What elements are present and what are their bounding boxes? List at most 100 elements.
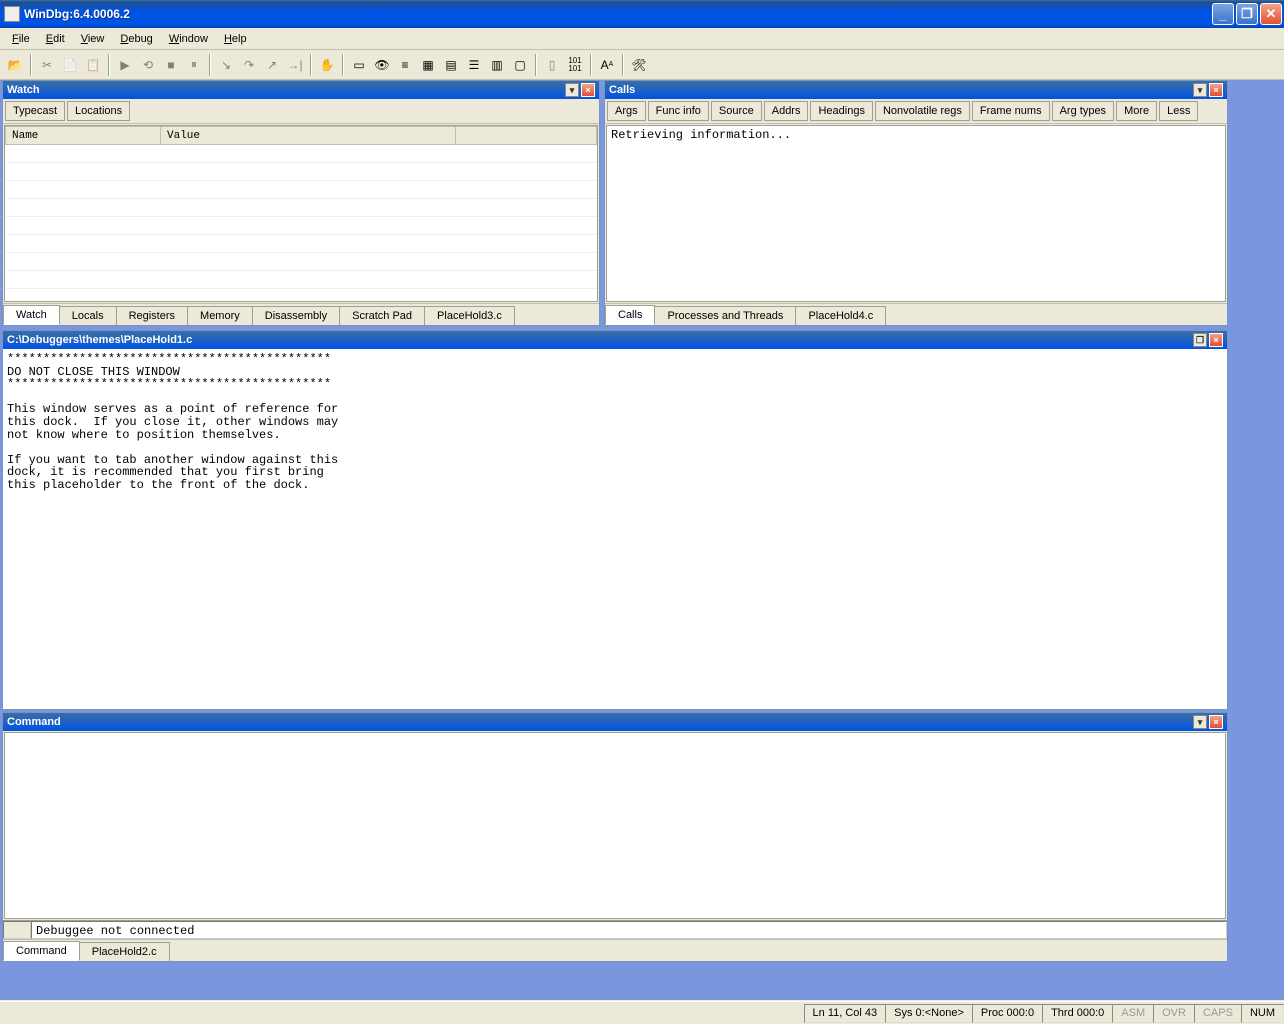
locals-window-icon[interactable]: ≡	[394, 54, 416, 76]
source-button[interactable]: Source	[711, 101, 762, 121]
source-panel: C:\Debuggers\themes\PlaceHold1.c ❐ × ***…	[2, 330, 1228, 710]
table-row[interactable]	[6, 145, 597, 163]
watch-window-icon[interactable]: 👁	[371, 54, 393, 76]
watch-col-value[interactable]: Value	[161, 127, 456, 145]
minimize-button[interactable]: _	[1212, 3, 1234, 25]
watch-body[interactable]: Name Value	[4, 125, 598, 302]
calls-content: Retrieving information...	[607, 126, 1225, 144]
tab-registers[interactable]: Registers	[116, 306, 188, 325]
scratch-window-icon[interactable]: ▢	[509, 54, 531, 76]
table-row[interactable]	[6, 271, 597, 289]
menu-window[interactable]: Window	[161, 31, 216, 47]
tab-placehold2[interactable]: PlaceHold2.c	[79, 942, 170, 961]
status-asm: ASM	[1112, 1004, 1154, 1023]
table-row[interactable]	[6, 199, 597, 217]
calls-panel-opts-icon[interactable]: ▾	[1193, 83, 1207, 97]
status-proc: Proc 000:0	[972, 1004, 1043, 1023]
command-output[interactable]	[4, 732, 1226, 919]
calls-body[interactable]: Retrieving information...	[606, 125, 1226, 302]
restart-icon[interactable]: ⟲	[137, 54, 159, 76]
command-input[interactable]: Debuggee not connected	[31, 921, 1227, 939]
source-mode-icon[interactable]: ▯	[541, 54, 563, 76]
disasm-window-icon[interactable]: ▥	[486, 54, 508, 76]
calls-panel-title[interactable]: Calls ▾ ×	[605, 81, 1227, 99]
less-button[interactable]: Less	[1159, 101, 1198, 121]
watch-panel-title[interactable]: Watch ▾ ×	[3, 81, 599, 99]
registers-window-icon[interactable]: ▦	[417, 54, 439, 76]
calls-window-icon[interactable]: ☰	[463, 54, 485, 76]
calls-toolbar: Args Func info Source Addrs Headings Non…	[605, 99, 1227, 124]
stop-icon[interactable]: ■	[160, 54, 182, 76]
watch-col-name[interactable]: Name	[6, 127, 161, 145]
headings-button[interactable]: Headings	[810, 101, 872, 121]
step-into-icon[interactable]: ↘	[215, 54, 237, 76]
command-panel-close-icon[interactable]: ×	[1209, 715, 1223, 729]
window-controls: _ ❐ ✕	[1212, 3, 1282, 25]
addrs-button[interactable]: Addrs	[764, 101, 809, 121]
tab-placehold4[interactable]: PlaceHold4.c	[795, 306, 886, 325]
menu-view[interactable]: View	[73, 31, 113, 47]
status-sys: Sys 0:<None>	[885, 1004, 973, 1023]
menu-file[interactable]: File	[4, 31, 38, 47]
paste-icon[interactable]: 📋	[82, 54, 104, 76]
tab-watch[interactable]: Watch	[3, 305, 60, 325]
nonvolatile-regs-button[interactable]: Nonvolatile regs	[875, 101, 970, 121]
menu-debug[interactable]: Debug	[112, 31, 160, 47]
tab-command[interactable]: Command	[3, 941, 80, 961]
command-panel-title[interactable]: Command ▾ ×	[3, 713, 1227, 731]
frame-nums-button[interactable]: Frame nums	[972, 101, 1050, 121]
more-button[interactable]: More	[1116, 101, 1157, 121]
table-row[interactable]	[6, 217, 597, 235]
watch-toolbar: Typecast Locations	[3, 99, 599, 124]
copy-icon[interactable]: 📄	[59, 54, 81, 76]
status-thrd: Thrd 000:0	[1042, 1004, 1113, 1023]
table-row[interactable]	[6, 253, 597, 271]
maximize-button[interactable]: ❐	[1236, 3, 1258, 25]
source-panel-title[interactable]: C:\Debuggers\themes\PlaceHold1.c ❐ ×	[3, 331, 1227, 349]
app-icon	[4, 6, 20, 22]
watch-panel-opts-icon[interactable]: ▾	[565, 83, 579, 97]
table-row[interactable]	[6, 181, 597, 199]
status-bar: Ln 11, Col 43 Sys 0:<None> Proc 000:0 Th…	[0, 1001, 1284, 1024]
typecast-button[interactable]: Typecast	[5, 101, 65, 121]
source-body[interactable]: ****************************************…	[3, 349, 1227, 709]
func-info-button[interactable]: Func info	[648, 101, 709, 121]
locations-button[interactable]: Locations	[67, 101, 130, 121]
go-icon[interactable]: ▶	[114, 54, 136, 76]
calls-panel-close-icon[interactable]: ×	[1209, 83, 1223, 97]
run-to-cursor-icon[interactable]: →|	[284, 54, 306, 76]
tab-locals[interactable]: Locals	[59, 306, 117, 325]
source-panel-restore-icon[interactable]: ❐	[1193, 333, 1207, 347]
watch-col-extra[interactable]	[456, 127, 597, 145]
command-window-icon[interactable]: ▭	[348, 54, 370, 76]
tab-scratch-pad[interactable]: Scratch Pad	[339, 306, 425, 325]
source-panel-close-icon[interactable]: ×	[1209, 333, 1223, 347]
step-over-icon[interactable]: ↷	[238, 54, 260, 76]
step-out-icon[interactable]: ↗	[261, 54, 283, 76]
tab-placehold3[interactable]: PlaceHold3.c	[424, 306, 515, 325]
breakpoint-icon[interactable]: ✋	[316, 54, 338, 76]
tab-disassembly[interactable]: Disassembly	[252, 306, 340, 325]
menu-edit[interactable]: Edit	[38, 31, 73, 47]
tab-memory[interactable]: Memory	[187, 306, 253, 325]
status-ln-col: Ln 11, Col 43	[804, 1004, 887, 1023]
command-panel-opts-icon[interactable]: ▾	[1193, 715, 1207, 729]
arg-types-button[interactable]: Arg types	[1052, 101, 1114, 121]
binary-icon[interactable]: 101101	[564, 54, 586, 76]
workspace: Watch ▾ × Typecast Locations Name Value	[0, 80, 1284, 1000]
tab-processes-threads[interactable]: Processes and Threads	[654, 306, 796, 325]
watch-panel-close-icon[interactable]: ×	[581, 83, 595, 97]
title-bar: WinDbg:6.4.0006.2 _ ❐ ✕	[0, 0, 1284, 28]
table-row[interactable]	[6, 163, 597, 181]
open-icon[interactable]: 📂	[4, 54, 26, 76]
font-icon[interactable]: AA	[596, 54, 618, 76]
memory-window-icon[interactable]: ▤	[440, 54, 462, 76]
table-row[interactable]	[6, 235, 597, 253]
menu-help[interactable]: Help	[216, 31, 255, 47]
cut-icon[interactable]: ✂	[36, 54, 58, 76]
break-icon[interactable]: ⏸	[183, 54, 205, 76]
close-button[interactable]: ✕	[1260, 3, 1282, 25]
args-button[interactable]: Args	[607, 101, 646, 121]
options-icon[interactable]: 🛠	[628, 54, 650, 76]
tab-calls[interactable]: Calls	[605, 305, 655, 325]
